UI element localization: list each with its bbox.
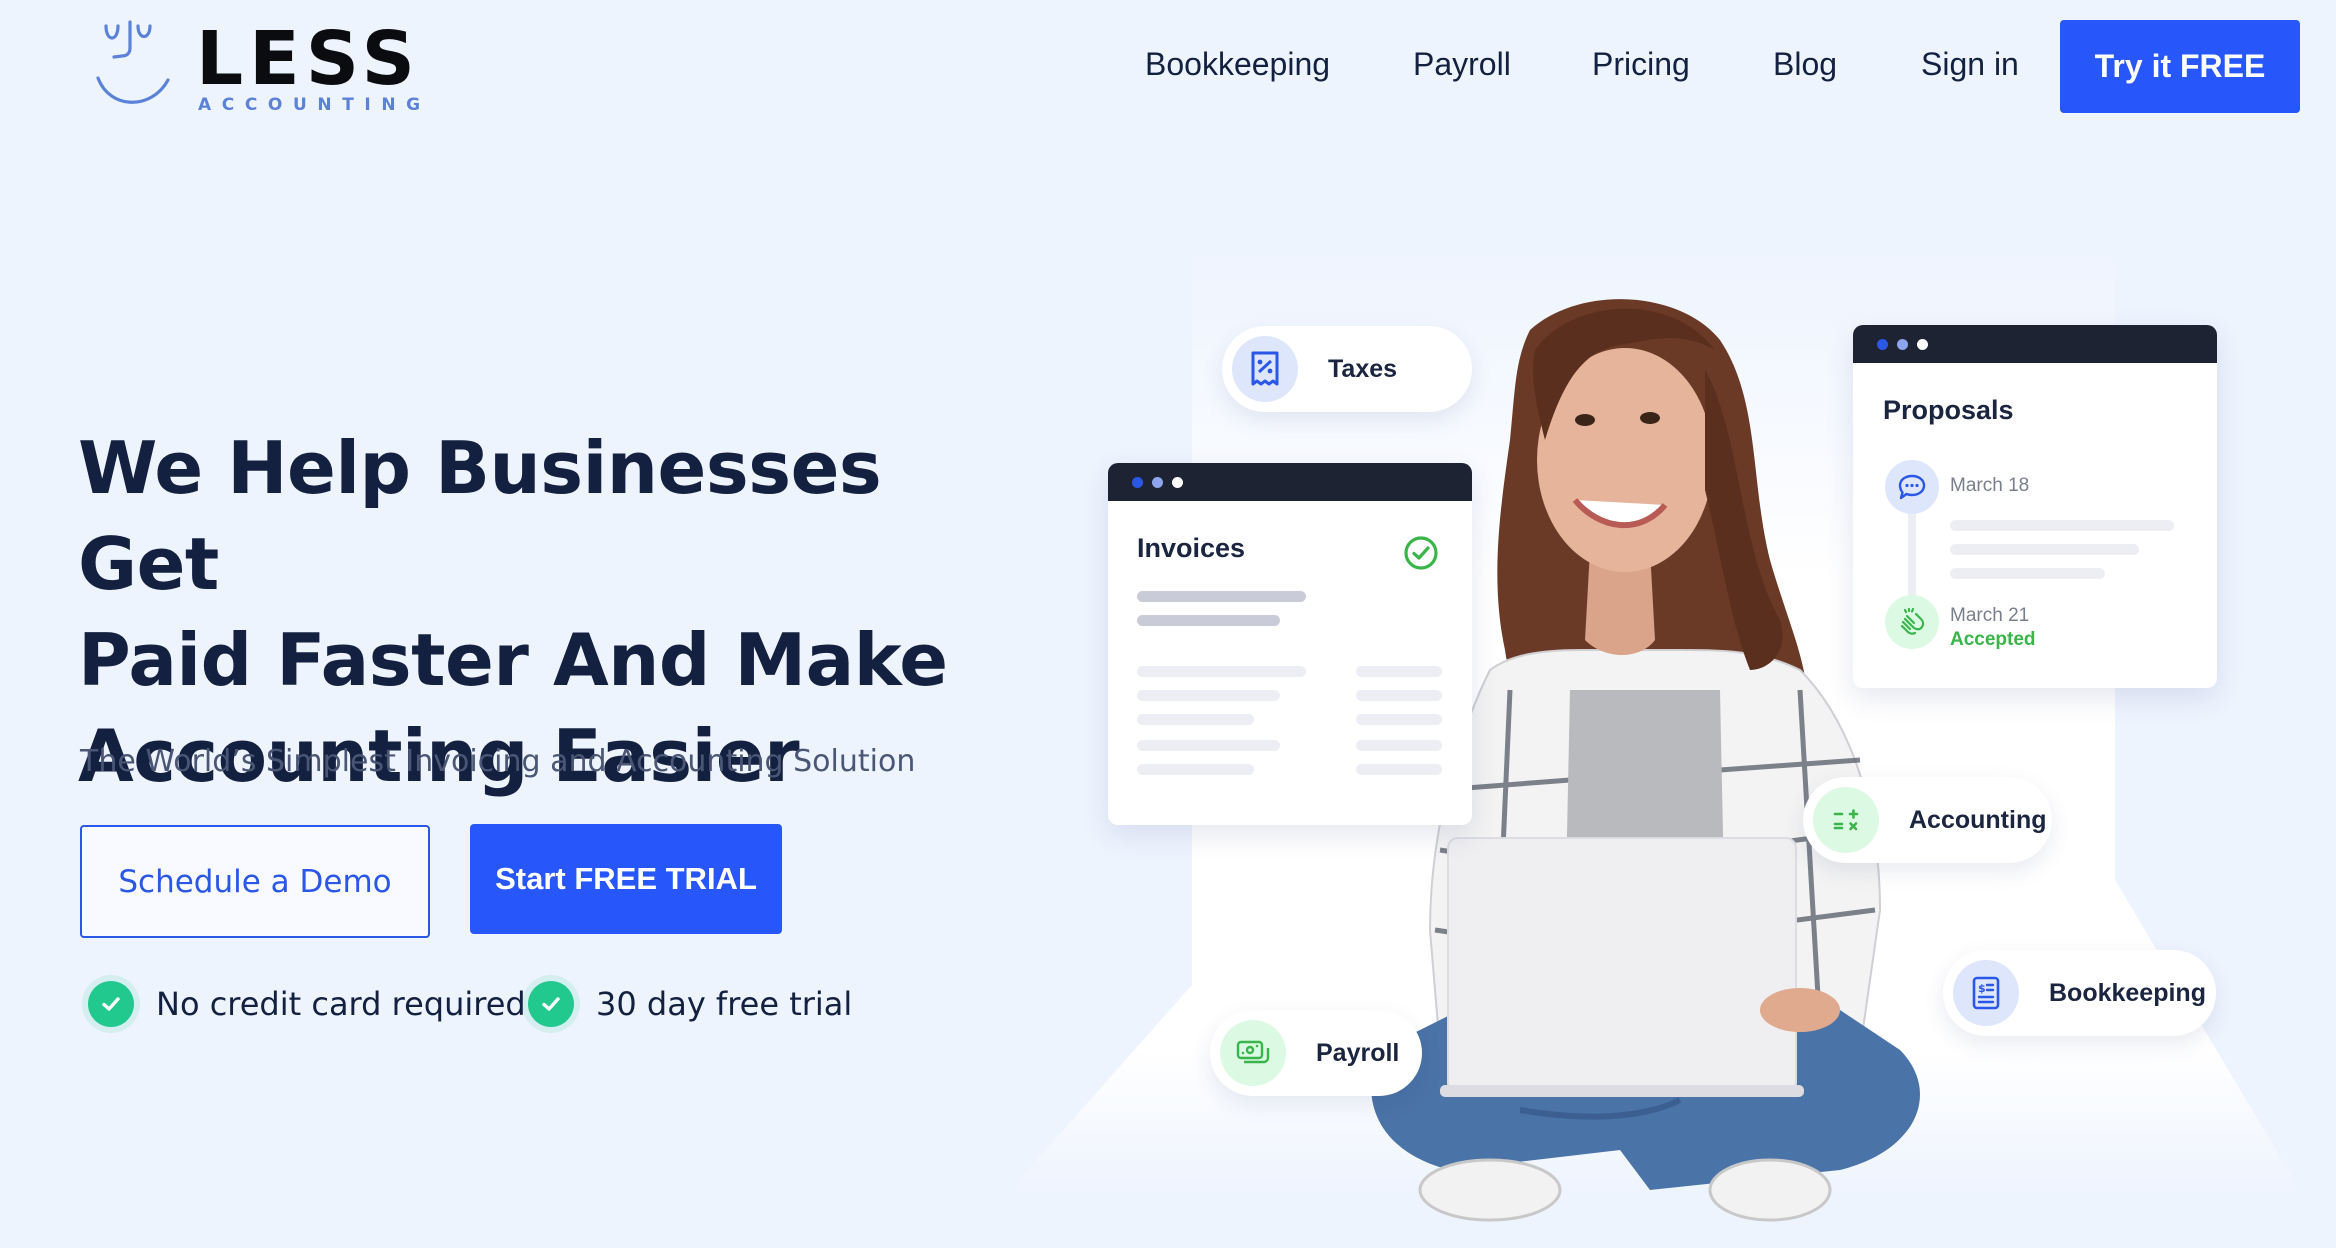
headline-line-2: Paid Faster And Make — [78, 618, 948, 702]
skeleton-line — [1137, 740, 1280, 751]
perk-free-trial: 30 day free trial — [528, 978, 852, 1030]
timeline-date: March 18 — [1950, 475, 2030, 496]
invoices-title: Invoices — [1137, 533, 1246, 563]
skeleton-line — [1356, 764, 1442, 775]
smiley-face-icon — [96, 20, 170, 104]
nav-link-bookkeeping[interactable]: Bookkeeping — [1145, 44, 1330, 84]
window-dot — [1917, 338, 1928, 350]
check-circle-icon — [88, 981, 134, 1027]
window-titlebar — [1108, 463, 1472, 501]
skeleton-line — [1950, 520, 2174, 531]
perk-label: 30 day free trial — [596, 985, 853, 1023]
skeleton-line — [1137, 764, 1254, 775]
nav-link-pricing[interactable]: Pricing — [1592, 44, 1690, 84]
window-dot — [1172, 476, 1183, 488]
tax-receipt-icon — [1232, 336, 1298, 402]
pill-label: Taxes — [1328, 354, 1398, 383]
perk-label: No credit card required — [156, 985, 526, 1023]
taxes-pill: Taxes — [1222, 326, 1472, 412]
pill-label: Payroll — [1316, 1038, 1400, 1067]
skeleton-line — [1356, 666, 1442, 677]
pill-label: Accounting — [1909, 805, 2047, 834]
skeleton-line — [1137, 714, 1254, 725]
accounting-pill: Accounting — [1803, 777, 2052, 863]
window-dot — [1897, 338, 1908, 350]
window-dot — [1152, 476, 1163, 488]
nav-link-payroll[interactable]: Payroll — [1413, 44, 1511, 84]
window-dot — [1132, 476, 1143, 488]
timeline-date: March 21 — [1950, 605, 2030, 626]
calculator-symbols-icon — [1813, 787, 1879, 853]
schedule-demo-button[interactable]: Schedule a Demo — [80, 825, 430, 938]
start-free-trial-button[interactable]: Start FREE TRIAL — [470, 824, 782, 934]
clapping-hands-icon — [1885, 595, 1939, 649]
skeleton-line — [1356, 690, 1442, 701]
skeleton-line — [1950, 544, 2139, 555]
brand-logo[interactable]: LESS ACCOUNTING — [96, 18, 420, 118]
skeleton-line — [1137, 615, 1280, 626]
chat-bubble-icon — [1885, 460, 1939, 514]
skeleton-line — [1950, 568, 2105, 579]
check-circle-outline-icon — [1404, 536, 1438, 570]
timeline-status: Accepted — [1950, 629, 2036, 650]
svg-text:$: $ — [1978, 982, 1986, 995]
invoices-card: Invoices — [1108, 463, 1472, 825]
skeleton-line — [1137, 591, 1306, 602]
brand-tagline: ACCOUNTING — [198, 95, 431, 115]
perk-no-credit-card: No credit card required — [88, 978, 526, 1030]
skeleton-line — [1356, 740, 1442, 751]
window-titlebar — [1853, 325, 2217, 363]
skeleton-line — [1137, 666, 1306, 677]
skeleton-line — [1356, 714, 1442, 725]
ledger-document-icon: $ — [1953, 960, 2019, 1026]
proposals-card: Proposals March 18 March 21 Accepted — [1853, 325, 2217, 688]
window-dot — [1877, 338, 1888, 350]
nav-link-blog[interactable]: Blog — [1773, 44, 1837, 84]
payroll-pill: Payroll — [1210, 1010, 1422, 1096]
headline-line-1: We Help Businesses Get — [78, 426, 882, 606]
pill-label: Bookkeeping — [2049, 978, 2206, 1007]
brand-name: LESS — [196, 16, 421, 102]
hero-subtitle: The World’s Simplest Invoicing and Accou… — [80, 744, 916, 779]
skeleton-line — [1137, 690, 1280, 701]
proposals-title: Proposals — [1883, 395, 2014, 425]
nav-link-sign-in[interactable]: Sign in — [1921, 44, 2019, 84]
try-it-free-button[interactable]: Try it FREE — [2060, 20, 2300, 113]
bookkeeping-pill: $ Bookkeeping — [1943, 950, 2216, 1036]
banknotes-icon — [1220, 1020, 1286, 1086]
check-circle-icon — [528, 981, 574, 1027]
